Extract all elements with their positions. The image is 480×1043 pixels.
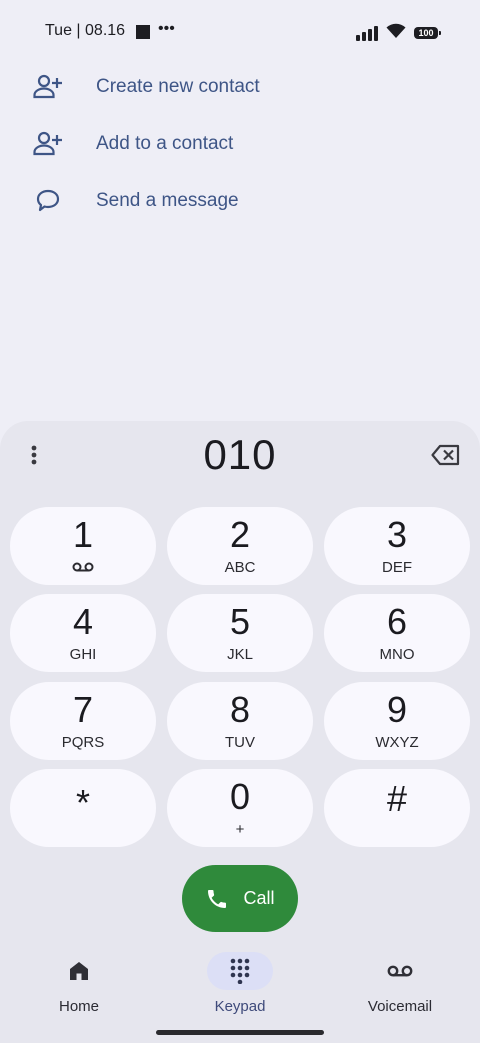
key-letters: GHI (69, 646, 97, 663)
send-message-label: Send a message (96, 189, 239, 211)
nav-label-keypad: Keypad (214, 998, 266, 1015)
nav-label-voicemail: Voicemail (367, 998, 433, 1015)
key-letters: DEF (382, 559, 412, 576)
status-icons: 100 (356, 23, 441, 44)
key-letters: WXYZ (375, 734, 419, 751)
key-8[interactable]: 8 TUV (167, 682, 313, 760)
key-5[interactable]: 5 JKL (167, 594, 313, 672)
person-add-icon (32, 71, 64, 103)
key-1[interactable]: 1 (10, 507, 156, 585)
key-digit: # (386, 778, 408, 819)
dialed-number[interactable]: 010 (0, 431, 480, 479)
key-letters: + (235, 821, 245, 838)
key-digit: 6 (386, 601, 408, 642)
key-digit: 3 (386, 514, 408, 555)
key-hash[interactable]: # (324, 769, 470, 847)
nav-label-home: Home (58, 998, 99, 1015)
backspace-button[interactable] (428, 439, 464, 471)
key-letters: PQRS (61, 734, 105, 751)
key-9[interactable]: 9 WXYZ (324, 682, 470, 760)
voicemail-icon (367, 952, 433, 990)
keypad-icon (207, 952, 273, 990)
key-digit: 4 (72, 601, 94, 642)
battery-icon: 100 (414, 27, 441, 39)
key-digit: 5 (229, 601, 251, 642)
key-2[interactable]: 2 ABC (167, 507, 313, 585)
key-star[interactable]: * (10, 769, 156, 847)
key-letters: TUV (225, 734, 255, 751)
person-add-icon (32, 128, 64, 160)
key-0[interactable]: 0 + (167, 769, 313, 847)
bottom-navigation: Home Keypad Voicemail (0, 940, 480, 1043)
suggested-actions: Create new contact Add to a contact Send… (0, 58, 480, 229)
notification-square-icon (136, 25, 150, 39)
voicemail-icon (10, 562, 156, 572)
backspace-icon (431, 444, 460, 466)
add-to-contact-label: Add to a contact (96, 132, 234, 154)
key-letters: MNO (379, 646, 415, 663)
key-digit: 8 (229, 689, 251, 730)
key-digit: 7 (72, 689, 94, 730)
add-to-contact-action[interactable]: Add to a contact (0, 115, 480, 172)
status-bar: Tue | 08.16 ••• 100 (0, 0, 480, 64)
key-digit: 0 (229, 776, 251, 817)
nav-item-keypad[interactable]: Keypad (180, 952, 300, 1015)
create-new-contact-action[interactable]: Create new contact (0, 58, 480, 115)
wifi-icon (386, 23, 406, 44)
key-digit: * (75, 782, 90, 823)
phone-icon (208, 889, 227, 908)
nav-item-voicemail[interactable]: Voicemail (340, 952, 460, 1015)
key-3[interactable]: 3 DEF (324, 507, 470, 585)
status-time: Tue | 08.16 (45, 22, 126, 39)
key-letters: ABC (224, 559, 256, 576)
create-new-contact-label: Create new contact (96, 75, 260, 97)
cell-signal-icon (356, 25, 378, 41)
home-icon (46, 952, 112, 990)
key-digit: 9 (386, 689, 408, 730)
key-digit: 2 (229, 514, 251, 555)
message-bubble-icon (32, 185, 64, 217)
key-4[interactable]: 4 GHI (10, 594, 156, 672)
key-letters: JKL (227, 646, 253, 663)
home-indicator[interactable] (156, 1030, 324, 1035)
nav-item-home[interactable]: Home (19, 952, 139, 1015)
send-message-action[interactable]: Send a message (0, 172, 480, 229)
call-label: Call (243, 888, 275, 908)
key-6[interactable]: 6 MNO (324, 594, 470, 672)
more-notifications-icon: ••• (158, 20, 175, 37)
call-button[interactable]: Call (182, 865, 298, 932)
key-7[interactable]: 7 PQRS (10, 682, 156, 760)
key-digit: 1 (72, 514, 94, 555)
